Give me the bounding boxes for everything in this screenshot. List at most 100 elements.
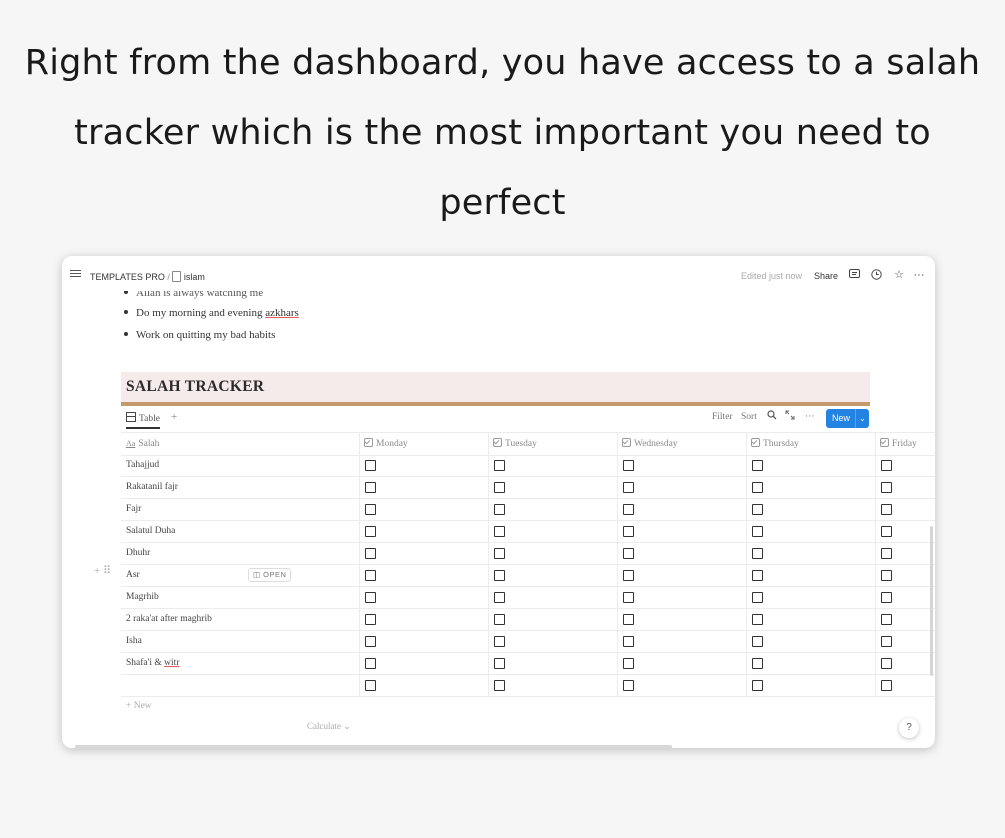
checkbox-friday[interactable]: [881, 680, 892, 691]
checkbox-wednesday[interactable]: [623, 504, 634, 515]
checkbox-wednesday[interactable]: [623, 658, 634, 669]
checkbox-monday[interactable]: [365, 658, 376, 669]
table-row[interactable]: 2 raka'at after maghrib: [121, 608, 935, 631]
salah-name-cell[interactable]: Tahajjud: [126, 454, 159, 476]
salah-name-cell[interactable]: Rakatanil fajr: [126, 476, 178, 498]
drag-handle-icon[interactable]: + ⠿: [94, 564, 111, 577]
star-icon[interactable]: ☆: [893, 269, 905, 281]
checkbox-wednesday[interactable]: [623, 548, 634, 559]
checkbox-wednesday[interactable]: [623, 636, 634, 647]
checkbox-monday[interactable]: [365, 460, 376, 471]
checkbox-monday[interactable]: [365, 526, 376, 537]
table-row[interactable]: Magrhib: [121, 586, 935, 609]
checkbox-tuesday[interactable]: [494, 658, 505, 669]
help-button[interactable]: ?: [899, 718, 919, 738]
column-header-thursday[interactable]: Thursday: [751, 433, 799, 455]
salah-name-cell[interactable]: Dhuhr: [126, 542, 150, 564]
salah-name-cell[interactable]: Magrhib: [126, 586, 159, 608]
table-row[interactable]: Rakatanil fajr: [121, 476, 935, 499]
checkbox-thursday[interactable]: [752, 526, 763, 537]
checkbox-thursday[interactable]: [752, 680, 763, 691]
checkbox-wednesday[interactable]: [623, 592, 634, 603]
checkbox-wednesday[interactable]: [623, 570, 634, 581]
checkbox-thursday[interactable]: [752, 592, 763, 603]
checkbox-tuesday[interactable]: [494, 680, 505, 691]
table-row[interactable]: Isha: [121, 630, 935, 653]
checkbox-wednesday[interactable]: [623, 482, 634, 493]
checkbox-monday[interactable]: [365, 680, 376, 691]
vertical-scrollbar[interactable]: [930, 526, 933, 676]
clock-icon[interactable]: [870, 269, 882, 281]
checkbox-monday[interactable]: [365, 614, 376, 625]
checkbox-wednesday[interactable]: [623, 526, 634, 537]
column-header-salah[interactable]: Aa Salah: [126, 433, 159, 455]
checkbox-thursday[interactable]: [752, 548, 763, 559]
checkbox-friday[interactable]: [881, 548, 892, 559]
salah-name-cell[interactable]: Fajr: [126, 498, 141, 520]
table-row[interactable]: Asr ◫ OPEN + ⠿: [94, 564, 935, 587]
filter-button[interactable]: Filter: [712, 412, 733, 422]
checkbox-monday[interactable]: [365, 504, 376, 515]
new-row-button[interactable]: + New: [126, 701, 152, 711]
search-icon[interactable]: [767, 410, 777, 423]
checkbox-thursday[interactable]: [752, 636, 763, 647]
checkbox-thursday[interactable]: [752, 504, 763, 515]
checkbox-wednesday[interactable]: [623, 614, 634, 625]
chevron-down-icon[interactable]: ⌄: [855, 409, 869, 428]
view-tab-table[interactable]: Table: [126, 412, 160, 429]
checkbox-friday[interactable]: [881, 614, 892, 625]
checkbox-tuesday[interactable]: [494, 460, 505, 471]
breadcrumb-workspace[interactable]: TEMPLATES PRO: [90, 272, 165, 282]
checkbox-monday[interactable]: [365, 548, 376, 559]
salah-name-cell[interactable]: 2 raka'at after maghrib: [126, 608, 212, 630]
share-button[interactable]: Share: [814, 271, 838, 281]
comment-icon[interactable]: [848, 269, 860, 281]
table-row[interactable]: Dhuhr: [121, 542, 935, 565]
checkbox-friday[interactable]: [881, 592, 892, 603]
checkbox-tuesday[interactable]: [494, 614, 505, 625]
table-row[interactable]: Shafa'i & witr: [121, 652, 935, 675]
checkbox-tuesday[interactable]: [494, 482, 505, 493]
menu-icon[interactable]: [70, 268, 81, 279]
sort-button[interactable]: Sort: [741, 412, 757, 422]
checkbox-tuesday[interactable]: [494, 526, 505, 537]
checkbox-friday[interactable]: [881, 570, 892, 581]
table-row[interactable]: [121, 674, 935, 697]
breadcrumb-page[interactable]: islam: [184, 272, 205, 282]
salah-name-cell[interactable]: Shafa'i & witr: [126, 652, 179, 674]
checkbox-tuesday[interactable]: [494, 636, 505, 647]
table-row[interactable]: Tahajjud: [121, 454, 935, 477]
database-more-button[interactable]: ···: [805, 412, 815, 422]
horizontal-scrollbar[interactable]: [75, 745, 672, 750]
checkbox-friday[interactable]: [881, 636, 892, 647]
add-view-button[interactable]: +: [171, 411, 177, 423]
checkbox-tuesday[interactable]: [494, 548, 505, 559]
salah-name-cell[interactable]: Asr: [126, 564, 140, 586]
checkbox-thursday[interactable]: [752, 482, 763, 493]
checkbox-monday[interactable]: [365, 570, 376, 581]
column-header-wednesday[interactable]: Wednesday: [622, 433, 678, 455]
checkbox-friday[interactable]: [881, 504, 892, 515]
checkbox-friday[interactable]: [881, 460, 892, 471]
checkbox-thursday[interactable]: [752, 460, 763, 471]
column-header-friday[interactable]: Friday: [880, 433, 917, 455]
checkbox-monday[interactable]: [365, 636, 376, 647]
checkbox-monday[interactable]: [365, 592, 376, 603]
column-header-tuesday[interactable]: Tuesday: [493, 433, 537, 455]
checkbox-tuesday[interactable]: [494, 570, 505, 581]
checkbox-friday[interactable]: [881, 482, 892, 493]
checkbox-friday[interactable]: [881, 526, 892, 537]
checkbox-thursday[interactable]: [752, 614, 763, 625]
more-icon[interactable]: ···: [913, 269, 925, 281]
column-header-monday[interactable]: Monday: [364, 433, 408, 455]
checkbox-wednesday[interactable]: [623, 460, 634, 471]
checkbox-thursday[interactable]: [752, 570, 763, 581]
checkbox-tuesday[interactable]: [494, 504, 505, 515]
checkbox-tuesday[interactable]: [494, 592, 505, 603]
expand-icon[interactable]: [785, 410, 795, 423]
table-row[interactable]: Fajr: [121, 498, 935, 521]
checkbox-friday[interactable]: [881, 658, 892, 669]
checkbox-monday[interactable]: [365, 482, 376, 493]
salah-name-cell[interactable]: Isha: [126, 630, 142, 652]
calculate-button[interactable]: Calculate ⌄: [307, 721, 351, 732]
